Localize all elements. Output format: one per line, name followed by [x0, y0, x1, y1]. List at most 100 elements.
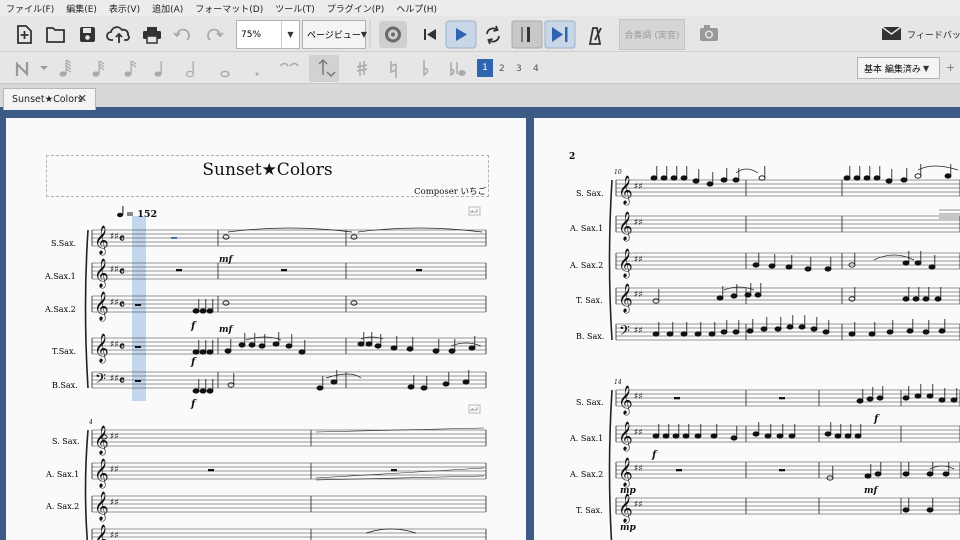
note-head [926, 393, 934, 399]
instrument-label[interactable]: A. Sax.1 [46, 470, 79, 479]
score-tab[interactable]: Sunset★Colors ✕ [3, 88, 96, 110]
menu-format[interactable]: フォーマット(D) [189, 2, 269, 15]
dynamic-mf[interactable]: mf [219, 255, 235, 265]
instrument-label[interactable]: T.Sax. [52, 347, 76, 356]
view-mode-dropdown-arrow-icon: ▼ [360, 30, 367, 39]
instrument-label[interactable]: A. Sax.2 [46, 502, 79, 511]
system-bracket [84, 429, 89, 540]
close-tab-icon[interactable]: ✕ [78, 92, 87, 105]
tempo-marking[interactable]: = 152 [117, 206, 157, 220]
note-head [652, 298, 660, 304]
duration-whole-icon[interactable] [220, 70, 230, 78]
menu-view[interactable]: 表示(V) [103, 2, 146, 15]
loop-icon[interactable] [486, 25, 500, 45]
dynamic-f[interactable]: f [190, 321, 197, 332]
line-break-icon[interactable] [468, 404, 481, 414]
metronome-icon[interactable] [588, 27, 602, 45]
menu-help[interactable]: ヘルプ(H) [390, 2, 443, 15]
redo-icon[interactable] [207, 28, 224, 41]
play-icon[interactable] [445, 20, 477, 49]
instrument-label[interactable]: T. Sax. [576, 506, 603, 515]
score-page-1[interactable]: Sunset★Colors Composer いちご = 152 𝄞 ♯♯ 𝄴 𝄞 ♯♯… [6, 118, 526, 540]
score-canvas[interactable]: Sunset★Colors Composer いちご = 152 𝄞 ♯♯ 𝄴 𝄞 ♯♯… [0, 110, 960, 540]
augmentation-dot-icon[interactable] [255, 72, 259, 76]
add-workspace-icon[interactable]: + [946, 61, 955, 74]
dynamic-f[interactable]: f [190, 399, 197, 410]
instrument-label[interactable]: S. Sax. [576, 189, 604, 198]
line-break-icon[interactable] [468, 206, 481, 216]
flat-icon[interactable] [423, 60, 429, 77]
duration-64th-icon[interactable] [59, 59, 72, 77]
menu-edit[interactable]: 編集(E) [60, 2, 103, 15]
feedback-label[interactable]: フィードバック [907, 28, 960, 41]
duration-half-icon[interactable] [185, 61, 195, 78]
dynamic-mf[interactable]: mf [219, 325, 235, 335]
note-head [238, 342, 246, 348]
concert-pitch-button[interactable]: 合奏調 (実音) [619, 19, 685, 50]
tie-icon[interactable] [279, 62, 299, 67]
score-tab-title: Sunset★Colors [12, 94, 83, 105]
menu-file[interactable]: ファイル(F) [0, 2, 60, 15]
note-head [744, 292, 752, 298]
rewind-icon[interactable] [424, 29, 436, 40]
dynamic-mp[interactable]: mp [620, 486, 637, 496]
duration-eighth-icon[interactable] [154, 61, 162, 77]
note-head [873, 175, 881, 181]
instrument-label[interactable]: A. Sax.2 [570, 470, 603, 479]
camera-icon[interactable] [700, 25, 718, 41]
whole-rest [779, 397, 785, 400]
menu-add[interactable]: 追加(A) [146, 2, 189, 15]
dynamic-f[interactable]: f [873, 414, 880, 425]
instrument-label[interactable]: S. Sax. [52, 437, 80, 446]
voice-flat-icon[interactable] [450, 62, 466, 77]
instrument-label[interactable]: A. Sax.1 [570, 434, 603, 443]
instrument-label[interactable]: S.Sax. [51, 239, 76, 248]
open-folder-icon[interactable] [46, 27, 65, 43]
print-icon[interactable] [143, 27, 161, 44]
menu-plugins[interactable]: プラグイン(P) [321, 2, 390, 15]
zoom-select[interactable]: 75% ▼ [236, 20, 300, 49]
voice-3-button[interactable]: 3 [516, 64, 522, 74]
zoom-dropdown-arrow-icon[interactable]: ▼ [281, 21, 299, 48]
voice-1-button[interactable]: 1 [477, 59, 493, 77]
loop-out-icon[interactable] [544, 20, 576, 49]
instrument-label[interactable]: T. Sax. [576, 296, 603, 305]
undo-icon[interactable] [173, 28, 190, 41]
note-head [752, 262, 760, 268]
voice-2-button[interactable]: 2 [499, 64, 505, 74]
voice-4-button[interactable]: 4 [533, 64, 539, 74]
cloud-upload-icon[interactable] [106, 26, 130, 43]
flip-direction-icon[interactable] [309, 55, 339, 82]
note-input-mode-icon[interactable] [15, 61, 48, 77]
workspace-select[interactable]: 基本 編集済み ▼ [857, 57, 940, 79]
new-file-icon[interactable] [17, 25, 32, 44]
menu-tools[interactable]: ツール(T) [269, 2, 321, 15]
note-head [350, 300, 358, 306]
dynamic-f[interactable]: f [190, 357, 197, 368]
loop-in-icon[interactable] [511, 20, 543, 49]
view-mode-select[interactable]: ページビュー ▼ [302, 20, 367, 49]
dynamic-f[interactable]: f [651, 450, 658, 461]
instrument-label[interactable]: A.Sax.1 [45, 272, 76, 281]
dynamic-mf[interactable]: mf [864, 486, 880, 496]
note-head [468, 345, 476, 351]
treble-clef-icon: 𝄞 [94, 491, 109, 521]
instrument-label[interactable]: B. Sax. [576, 332, 604, 341]
instrument-label[interactable]: B.Sax. [52, 381, 78, 390]
feedback-envelope-icon[interactable] [881, 26, 902, 40]
note-head [316, 385, 324, 391]
mixer-icon[interactable] [379, 21, 407, 48]
instrument-label[interactable]: A. Sax.2 [570, 261, 603, 270]
instrument-label[interactable]: S. Sax. [576, 398, 604, 407]
natural-icon[interactable] [390, 61, 397, 78]
duration-32nd-icon[interactable] [92, 60, 105, 77]
key-signature-icon: ♯♯ [110, 298, 119, 308]
duration-16th-icon[interactable] [124, 60, 137, 77]
instrument-label[interactable]: A.Sax.2 [45, 305, 76, 314]
sharp-icon[interactable] [356, 61, 368, 76]
score-page-2[interactable]: 2 𝄞 ♯♯ 𝄞 ♯♯ 𝄞 ♯♯ 𝄞 ♯♯ 𝄢 ♯♯ 𝄞 ♯♯ 𝄞 ♯♯ 𝄞 ♯♯ 𝄞 ♯♯ 10 14 f f… [534, 118, 960, 540]
instrument-label[interactable]: A. Sax.1 [570, 224, 603, 233]
dynamic-mp[interactable]: mp [620, 523, 637, 533]
save-icon[interactable] [80, 27, 95, 42]
key-signature-icon: ♯♯ [110, 531, 119, 540]
